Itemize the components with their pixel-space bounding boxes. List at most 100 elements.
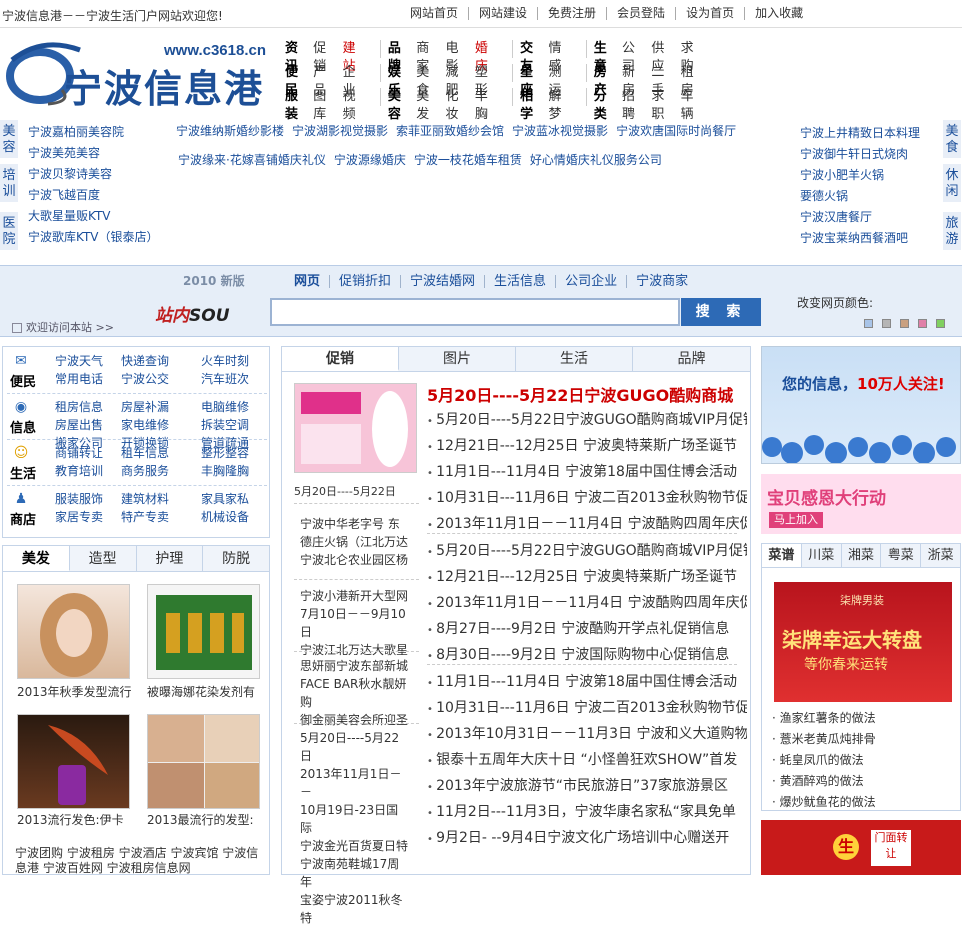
ad-link[interactable]: 大歌星量贩KTV: [28, 206, 158, 227]
category-link[interactable]: 求职: [651, 88, 674, 122]
service-link[interactable]: 房屋补漏: [121, 399, 201, 415]
service-link[interactable]: 租房信息: [55, 399, 121, 415]
category-link[interactable]: 减肥: [446, 64, 469, 98]
tab-hunan[interactable]: 湘菜: [842, 544, 882, 567]
category-link[interactable]: 租房: [681, 64, 704, 98]
promo-list-item[interactable]: 8月30日----9月2日 宁波国际购物中心促销信息: [427, 643, 747, 669]
ad-link[interactable]: 宁波歌库KTV（银泰店）: [28, 227, 158, 248]
ad-baby-banner[interactable]: 宝贝感恩大行动 马上加入: [761, 474, 961, 534]
ad-link[interactable]: 宁波缘来·花嫁喜铺婚庆礼仪: [178, 153, 326, 167]
tab-recipes[interactable]: 菜谱: [762, 544, 802, 567]
ad-link[interactable]: 宁波湖影视觉摄影: [292, 124, 388, 138]
category-link[interactable]: 化妆: [446, 88, 469, 122]
service-link[interactable]: 丰胸隆胸: [201, 463, 271, 479]
promo-list-item[interactable]: 银泰十五周年大庆十日 “小怪兽狂欢SHOW”首发: [427, 748, 747, 774]
tab-styling[interactable]: 造型: [70, 546, 137, 571]
ad-link[interactable]: 宁波御牛轩日式烧肉: [800, 144, 920, 165]
category-head[interactable]: 服装: [285, 88, 308, 122]
ad-link[interactable]: 宁波小肥羊火锅: [800, 165, 920, 186]
hair-caption-2[interactable]: 被曝海娜花染发剂有: [147, 683, 255, 700]
category-head[interactable]: 资讯: [285, 40, 308, 74]
ad-link[interactable]: 宁波汉唐餐厅: [800, 207, 920, 228]
service-link[interactable]: 家居专卖: [55, 509, 121, 525]
tab-beauty[interactable]: 美容: [0, 120, 18, 158]
ad-link[interactable]: 宁波一枝花婚车租赁: [414, 153, 522, 167]
ad-link[interactable]: 宁波飞越百度: [28, 185, 158, 206]
category-link[interactable]: 求购: [681, 40, 704, 74]
category-link[interactable]: 视频: [343, 88, 366, 122]
tab-training[interactable]: 培训: [0, 164, 18, 202]
tab-zhejiang[interactable]: 浙菜: [921, 544, 960, 567]
welcome-link[interactable]: 欢迎访问本站 >>: [12, 319, 114, 335]
tab-pictures[interactable]: 图片: [399, 347, 516, 371]
tab-promo[interactable]: 促销: [282, 347, 399, 371]
promo-side-link[interactable]: 宁波南苑鞋城17周年: [300, 855, 410, 891]
hair-style-photo[interactable]: [147, 714, 260, 809]
promo-side-link[interactable]: FACE BAR秋水靓妍购: [300, 675, 410, 711]
category-link[interactable]: 产品: [313, 64, 336, 98]
category-link[interactable]: 车辆: [681, 88, 704, 122]
search-tab-web[interactable]: 网页: [294, 275, 329, 288]
promo-list-item[interactable]: 5月20日----5月22日宁波GUGO酷购商城VIP月促销: [427, 408, 747, 434]
join-button[interactable]: 马上加入: [769, 512, 823, 528]
service-link[interactable]: 汽车班次: [201, 371, 271, 387]
ad-link[interactable]: 宁波源缘婚庆: [334, 153, 406, 167]
hair-caption-3[interactable]: 2013流行发色:伊卡: [17, 811, 124, 828]
color-swatch-brown[interactable]: [900, 319, 909, 328]
hair-caption-1[interactable]: 2013年秋季发型流行: [17, 683, 132, 700]
service-link[interactable]: 常用电话: [55, 371, 121, 387]
category-link[interactable]: 供应: [651, 40, 674, 74]
recipe-link[interactable]: 黄酒醉鸡的做法: [772, 771, 876, 792]
promo-list-item[interactable]: 9月2日- --9月4日宁波文化广场培训中心赠送开: [427, 826, 747, 852]
search-tab-merchant[interactable]: 宁波商家: [626, 275, 697, 288]
add-favorite-link[interactable]: 加入收藏: [744, 7, 813, 20]
recipe-link[interactable]: 薏米老黄瓜炖排骨: [772, 729, 876, 750]
promo-list-item[interactable]: 5月20日----5月22日宁波GUGO酷购商城VIP月促销: [427, 539, 747, 565]
recipe-link[interactable]: 爆炒鱿鱼花的做法: [772, 792, 876, 813]
search-input[interactable]: [270, 298, 680, 326]
search-tab-company[interactable]: 公司企业: [555, 275, 626, 288]
tab-food[interactable]: 美食: [943, 120, 961, 158]
category-link[interactable]: 解梦: [548, 88, 571, 122]
category-head[interactable]: 房产: [594, 64, 617, 98]
service-link[interactable]: 租车信息: [121, 445, 201, 461]
recipe-link[interactable]: 蚝皇凤爪的做法: [772, 750, 876, 771]
service-link[interactable]: 电脑维修: [201, 399, 271, 415]
category-link[interactable]: 婚庆: [475, 40, 498, 74]
recipe-ad-image[interactable]: 柒牌男装 柒牌幸运大转盘 等你春来运转: [774, 582, 952, 702]
promo-list-item[interactable]: 10月31日---11月6日 宁波二百2013金秋购物节促: [427, 486, 747, 512]
category-head[interactable]: 星座: [520, 64, 543, 98]
ad-link[interactable]: 宁波宝莱纳西餐酒吧: [800, 228, 920, 249]
service-link[interactable]: 快递查询: [121, 353, 201, 369]
bottom-links[interactable]: 宁波团购 宁波租房 宁波酒店 宁波宾馆 宁波信息港 宁波百姓网 宁波租房信息网: [15, 846, 265, 876]
category-head[interactable]: 品牌: [388, 40, 411, 74]
promo-list-item[interactable]: 11月2日---11月3日，宁波华康名家私“家具免单: [427, 800, 747, 826]
ad-link[interactable]: 宁波蓝冰视觉摄影: [512, 124, 608, 138]
search-tab-life[interactable]: 生活信息: [484, 275, 555, 288]
promo-list-item[interactable]: 2013年11月1日－－11月4日 宁波酷购四周年庆促: [427, 512, 747, 538]
category-link[interactable]: 建站: [343, 40, 366, 74]
promo-list-item[interactable]: 11月1日---11月4日 宁波第18届中国住博会活动: [427, 460, 747, 486]
site-build-link[interactable]: 网站建设: [468, 7, 537, 20]
category-link[interactable]: 美发: [416, 88, 439, 122]
category-link[interactable]: 公司: [622, 40, 645, 74]
promo-list-item[interactable]: 10月31日---11月6日 宁波二百2013金秋购物节促: [427, 696, 747, 722]
service-link[interactable]: 房屋出售: [55, 417, 121, 433]
service-link[interactable]: 教育培训: [55, 463, 121, 479]
promo-image[interactable]: [294, 383, 417, 473]
promo-list-item[interactable]: 2013年11月1日－－11月4日 宁波酷购四周年庆促: [427, 591, 747, 617]
promo-headline[interactable]: 5月20日----5月22日宁波GUGO酷购商城: [427, 382, 733, 406]
category-link[interactable]: 商家: [416, 40, 439, 74]
service-link[interactable]: 家具家私: [201, 491, 271, 507]
service-link[interactable]: 建筑材料: [121, 491, 201, 507]
promo-side-link[interactable]: 御金丽美容会所迎圣: [300, 711, 410, 729]
promo-side-link[interactable]: 德庄火锅（江北万达: [300, 533, 410, 551]
service-link[interactable]: 机械设备: [201, 509, 271, 525]
hair-photo-1[interactable]: [17, 584, 130, 679]
service-link[interactable]: 火车时刻: [201, 353, 271, 369]
set-homepage-link[interactable]: 设为首页: [675, 7, 744, 20]
site-logo[interactable]: www.c3618.cn 宁波信息港: [2, 40, 277, 111]
ad-link[interactable]: 宁波维纳斯婚纱影楼: [176, 124, 284, 138]
category-link[interactable]: 测运: [548, 64, 571, 98]
tab-care[interactable]: 护理: [137, 546, 204, 571]
